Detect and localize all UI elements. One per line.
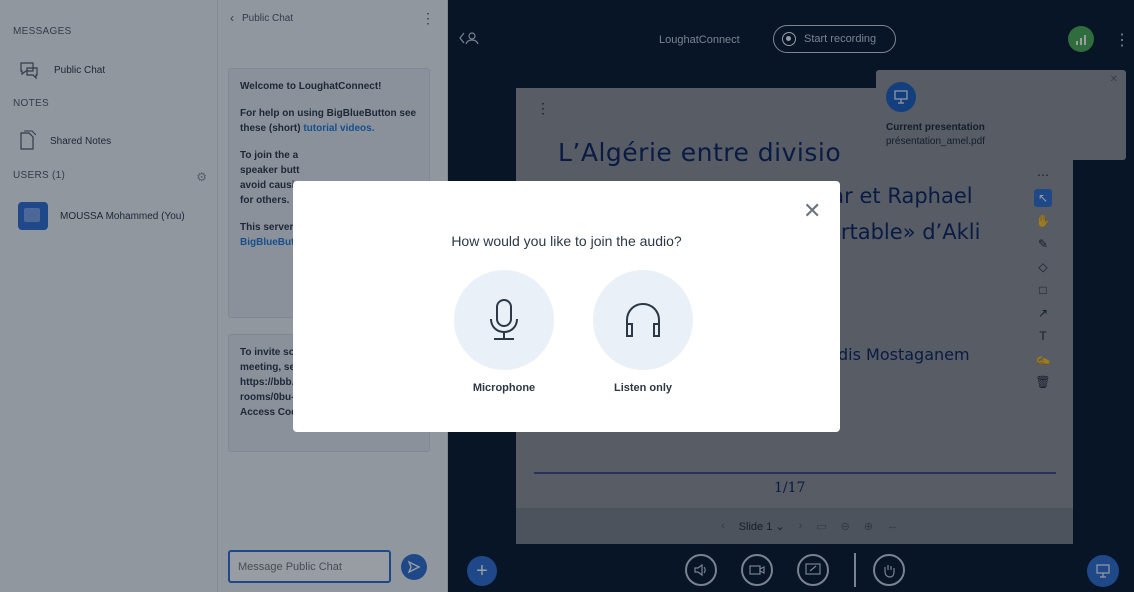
join-audio-modal: ✕ How would you like to join the audio? … bbox=[293, 181, 840, 432]
close-icon[interactable]: ✕ bbox=[803, 200, 821, 222]
listen-only-label: Listen only bbox=[613, 382, 673, 394]
headphones-icon bbox=[626, 302, 660, 337]
microphone-option[interactable]: Microphone bbox=[454, 270, 554, 394]
microphone-icon bbox=[490, 299, 518, 340]
listen-only-button[interactable] bbox=[593, 270, 693, 370]
listen-only-option[interactable]: Listen only bbox=[593, 270, 693, 394]
microphone-label: Microphone bbox=[472, 382, 536, 394]
microphone-button[interactable] bbox=[454, 270, 554, 370]
modal-title: How would you like to join the audio? bbox=[451, 233, 682, 249]
